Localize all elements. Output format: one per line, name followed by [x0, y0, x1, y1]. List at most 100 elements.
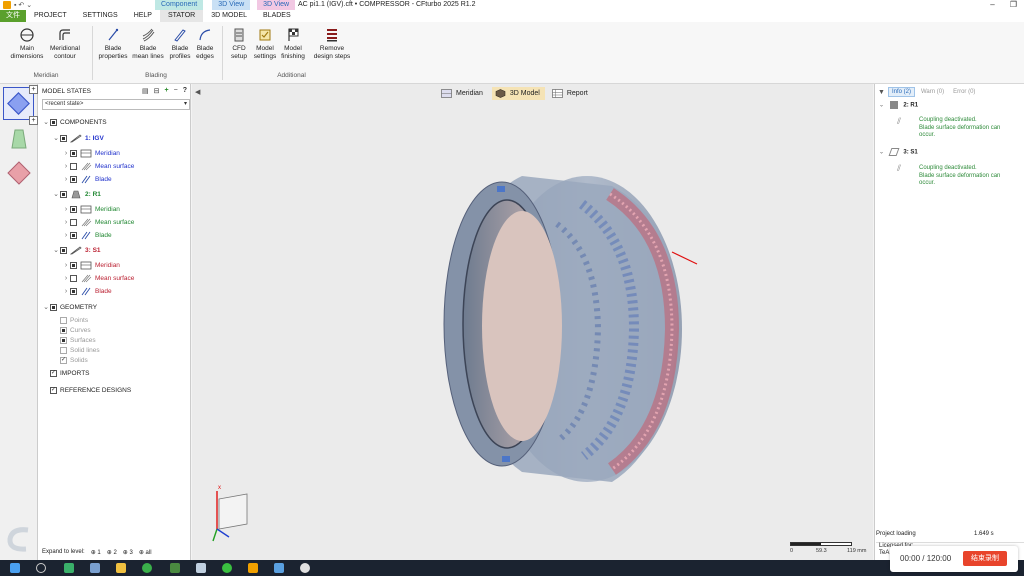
geometry-solids-node[interactable]: Solids [60, 356, 88, 365]
tab-3d-model[interactable]: 3D Model [491, 87, 545, 100]
model-state-select[interactable]: <recent state> ▾ [42, 99, 190, 110]
r1-meridian-node[interactable]: › Meridian [62, 205, 120, 214]
solid-lines-checkbox[interactable] [60, 347, 67, 354]
chevron-down-icon[interactable]: ⌄ [879, 150, 884, 156]
app-icon[interactable] [196, 563, 206, 573]
tab-meridian[interactable]: Meridian [438, 87, 488, 100]
components-node[interactable]: ⌄ COMPONENTS [42, 118, 107, 127]
igv-blade-checkbox[interactable] [70, 176, 77, 183]
igv-blade-node[interactable]: › Blade [62, 175, 112, 184]
blade-profiles-button[interactable]: Blade profiles [166, 27, 194, 61]
r1-blade-node[interactable]: › Blade [62, 231, 112, 240]
geometry-points-node[interactable]: Points [60, 316, 88, 325]
r1-mean-surface-checkbox[interactable] [70, 219, 77, 226]
solids-checkbox[interactable] [60, 356, 67, 365]
minimize-button[interactable]: – [982, 0, 1003, 10]
collapse-panel-icon[interactable]: ◀ [195, 88, 200, 96]
filter-icon[interactable]: ▼ [878, 89, 885, 96]
meridional-contour-button[interactable]: Meridional contour [46, 27, 84, 61]
reference-designs-node[interactable]: REFERENCE DESIGNS [50, 386, 131, 395]
add-component-mid-icon[interactable]: + [29, 116, 38, 125]
chevron-down-icon[interactable]: ⌄ [42, 118, 50, 127]
geometry-node[interactable]: ⌄ GEOMETRY [42, 303, 97, 312]
tab-info[interactable]: Info (2) [887, 87, 915, 97]
expand-level-2[interactable]: ⊕ 2 [107, 549, 117, 556]
browser-icon[interactable] [142, 563, 152, 573]
menu-project[interactable]: PROJECT [26, 10, 75, 22]
r1-component-tile[interactable] [6, 126, 32, 152]
geometry-checkbox[interactable] [50, 304, 57, 311]
geometry-surfaces-node[interactable]: Surfaces [60, 336, 96, 345]
help-icon[interactable]: ? [183, 87, 187, 95]
expand-level-all[interactable]: ⊕ all [139, 549, 152, 556]
quick-access-icons[interactable]: ▪ ↶ ⌄ [14, 1, 32, 9]
chevron-down-icon[interactable]: ⌄ [52, 246, 60, 255]
s1-component-tile[interactable] [6, 160, 32, 186]
windows-start-icon[interactable] [10, 563, 20, 573]
expand-level-3[interactable]: ⊕ 3 [123, 549, 133, 556]
s1-checkbox[interactable] [60, 247, 67, 254]
load-state-icon[interactable]: ⊟ [154, 87, 160, 95]
app-icon[interactable] [90, 563, 100, 573]
file-explorer-icon[interactable] [116, 563, 126, 573]
igv-meridian-node[interactable]: › Meridian [62, 149, 120, 158]
menu-file[interactable]: 文件 [0, 10, 26, 22]
expand-level-1[interactable]: ⊕ 1 [91, 549, 101, 556]
reference-designs-checkbox[interactable] [50, 386, 57, 395]
geometry-solid-lines-node[interactable]: Solid lines [60, 346, 100, 355]
remove-design-steps-button[interactable]: Remove design steps [309, 27, 355, 61]
cfd-setup-button[interactable]: CFD setup [228, 27, 250, 61]
app-icon[interactable] [300, 563, 310, 573]
s1-blade-node[interactable]: › Blade [62, 287, 112, 296]
model-finishing-button[interactable]: Model finishing [279, 27, 307, 61]
tab-error[interactable]: Error (0) [950, 88, 978, 96]
igv-checkbox[interactable] [60, 135, 67, 142]
context-tab-component[interactable]: Component [155, 0, 204, 10]
main-dimensions-button[interactable]: Main dimensions [8, 27, 46, 61]
igv-mean-surface-checkbox[interactable] [70, 163, 77, 170]
component-s1-node[interactable]: ⌄ 3: S1 [52, 246, 101, 255]
r1-meridian-checkbox[interactable] [70, 206, 77, 213]
geometry-curves-node[interactable]: Curves [60, 326, 91, 335]
tab-report[interactable]: Report [549, 87, 593, 100]
menu-stator[interactable]: STATOR [159, 10, 204, 22]
component-r1-node[interactable]: ⌄ 2: R1 [52, 190, 101, 199]
s1-mean-surface-checkbox[interactable] [70, 275, 77, 282]
wechat-icon[interactable] [222, 563, 232, 573]
add-component-top-icon[interactable]: + [29, 85, 38, 94]
compressor-3d-model[interactable] [372, 164, 792, 494]
menu-3d-model[interactable]: 3D MODEL [203, 10, 255, 22]
s1-blade-checkbox[interactable] [70, 288, 77, 295]
points-checkbox[interactable] [60, 317, 67, 324]
chevron-down-icon[interactable]: ⌄ [52, 190, 60, 199]
r1-checkbox[interactable] [60, 191, 67, 198]
menu-settings[interactable]: SETTINGS [75, 10, 126, 22]
imports-checkbox[interactable] [50, 369, 57, 378]
model-settings-button[interactable]: Model settings [251, 27, 279, 61]
cfturbo-taskbar-icon[interactable] [248, 563, 258, 573]
remove-state-icon[interactable]: − [174, 87, 178, 95]
3d-viewport[interactable]: ◀ Meridian 3D Model Report x 0 59.3 119 … [192, 84, 873, 560]
context-tab-3d-view[interactable]: 3D View [212, 0, 251, 10]
s1-meridian-checkbox[interactable] [70, 262, 77, 269]
menu-help[interactable]: HELP [126, 10, 160, 22]
add-state-icon[interactable]: + [165, 87, 169, 95]
menu-blades[interactable]: BLADES [255, 10, 299, 22]
igv-mean-surface-node[interactable]: › Mean surface [62, 162, 134, 171]
curves-checkbox[interactable] [60, 327, 67, 334]
app-icon[interactable] [274, 563, 284, 573]
igv-meridian-checkbox[interactable] [70, 150, 77, 157]
imports-node[interactable]: IMPORTS [50, 369, 90, 378]
surfaces-checkbox[interactable] [60, 337, 67, 344]
chevron-down-icon[interactable]: ⌄ [879, 103, 884, 109]
r1-mean-surface-node[interactable]: › Mean surface [62, 218, 134, 227]
r1-blade-checkbox[interactable] [70, 232, 77, 239]
chevron-down-icon[interactable]: ⌄ [42, 303, 50, 312]
blade-properties-button[interactable]: Blade properties [95, 27, 131, 61]
app-icon[interactable] [170, 563, 180, 573]
nvidia-icon[interactable] [64, 563, 74, 573]
s1-mean-surface-node[interactable]: › Mean surface [62, 274, 134, 283]
message-group-s1[interactable]: ⌄ 3: S1 [879, 148, 918, 157]
components-checkbox[interactable] [50, 119, 57, 126]
context-tab-3d-view-2[interactable]: 3D View [257, 0, 296, 10]
